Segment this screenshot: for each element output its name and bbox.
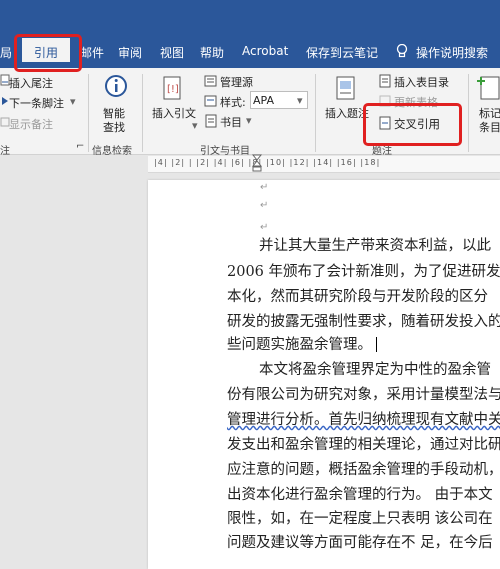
insert-endnote-button[interactable]: 插入尾注	[9, 75, 53, 91]
paragraph-mark: ↵	[260, 222, 269, 233]
insert-citation-button[interactable]: 插入引文	[152, 105, 196, 121]
tab-mailings[interactable]: 邮件	[80, 44, 104, 61]
next-footnote-button[interactable]: 下一条脚注	[9, 95, 64, 111]
doc-line: 些问题实施盈余管理。	[227, 337, 372, 353]
style-icon	[204, 95, 217, 107]
chevron-down-icon: ▾	[297, 94, 303, 107]
table-of-figures-icon	[379, 74, 391, 88]
footnotes-dialog-launcher[interactable]: ⌐	[76, 141, 84, 152]
group-divider	[142, 74, 143, 152]
doc-line: 管理进行分析。首先归纳梳理现有文献中关	[227, 412, 500, 428]
highlight-references-tab	[14, 34, 82, 72]
doc-line: 问题及建议等方面可能存在不 足，在今后	[227, 535, 493, 551]
lightbulb-icon	[396, 44, 408, 58]
mark-entry-icon	[477, 76, 500, 100]
doc-line: 研发的披露无强制性要求，随着研发投入的	[227, 314, 500, 330]
doc-line: 发支出和盈余管理的相关理论，通过对比研	[227, 437, 500, 453]
smart-lookup-button-line2[interactable]: 查找	[103, 119, 125, 135]
next-footnote-dropdown-icon[interactable]: ▾	[70, 95, 76, 108]
doc-line: 份有限公司为研究对象，采用计量模型法与	[227, 387, 500, 403]
citations-group-label: 引文与书目	[200, 146, 250, 157]
text-cursor	[376, 337, 377, 352]
tab-layout[interactable]: 局	[0, 44, 12, 61]
tab-view[interactable]: 视图	[160, 44, 184, 61]
insert-citation-dropdown-icon[interactable]: ▾	[192, 119, 198, 132]
paragraph-mark: ↵	[260, 200, 269, 211]
paragraph-mark: ↵	[260, 182, 269, 193]
style-label: 样式:	[220, 96, 246, 109]
doc-line: 本化，然而其研究阶段与开发阶段的区分	[227, 289, 488, 305]
tab-review[interactable]: 审阅	[118, 44, 142, 61]
tab-save-to-cloud-notes[interactable]: 保存到云笔记	[306, 44, 378, 61]
bibliography-button[interactable]: 书目	[220, 114, 242, 130]
bibliography-icon	[205, 114, 217, 128]
ruler-margin	[0, 156, 148, 172]
manage-sources-button[interactable]: 管理源	[220, 74, 253, 90]
indent-marker-icon[interactable]	[252, 154, 262, 172]
research-group-label: 信息检索	[92, 146, 132, 157]
manage-sources-icon	[204, 75, 217, 87]
citation-style-select[interactable]: APA ▾	[250, 91, 308, 109]
highlight-cross-reference	[363, 103, 462, 146]
doc-line: 并让其大量生产带来资本利益，以此	[259, 238, 491, 254]
doc-line: 出资本化进行盈余管理的行为。 由于本文	[227, 487, 493, 503]
tell-me-search[interactable]: 操作说明搜索	[416, 44, 488, 61]
insert-citation-icon: [!]	[163, 76, 181, 100]
group-divider	[315, 74, 316, 152]
horizontal-ruler[interactable]: |4| |2| | |2| |4| |6| |8| |10| |12| |14|…	[148, 156, 500, 173]
ruler-ticks: |4| |2| | |2| |4| |6| |8| |10| |12| |14|…	[154, 158, 381, 167]
mark-entry-button-line2[interactable]: 条目	[479, 119, 500, 135]
tab-acrobat[interactable]: Acrobat	[242, 44, 288, 58]
doc-line: 限性，如，在一定程度上只表明 该公司在	[227, 511, 493, 527]
doc-line: 2006 年颁布了会计新准则，为了促进研发	[227, 264, 500, 280]
tab-help[interactable]: 帮助	[200, 44, 224, 61]
doc-line: 本文将盈余管理界定为中性的盈余管	[259, 362, 491, 378]
show-notes-button[interactable]: 显示备注	[9, 116, 53, 132]
smart-lookup-icon	[105, 75, 127, 97]
insert-caption-icon	[336, 76, 355, 100]
group-divider	[88, 74, 89, 152]
insert-table-of-figures-button[interactable]: 插入表目录	[394, 74, 449, 90]
footnotes-group-label: 注	[0, 146, 10, 157]
bibliography-dropdown-icon[interactable]: ▾	[246, 114, 252, 127]
group-divider	[468, 74, 469, 152]
svg-text:[!]: [!]	[167, 84, 179, 95]
citation-style-value: APA	[253, 94, 274, 107]
doc-line: 应注意的问题，概括盈余管理的手段动机，研	[227, 462, 500, 478]
